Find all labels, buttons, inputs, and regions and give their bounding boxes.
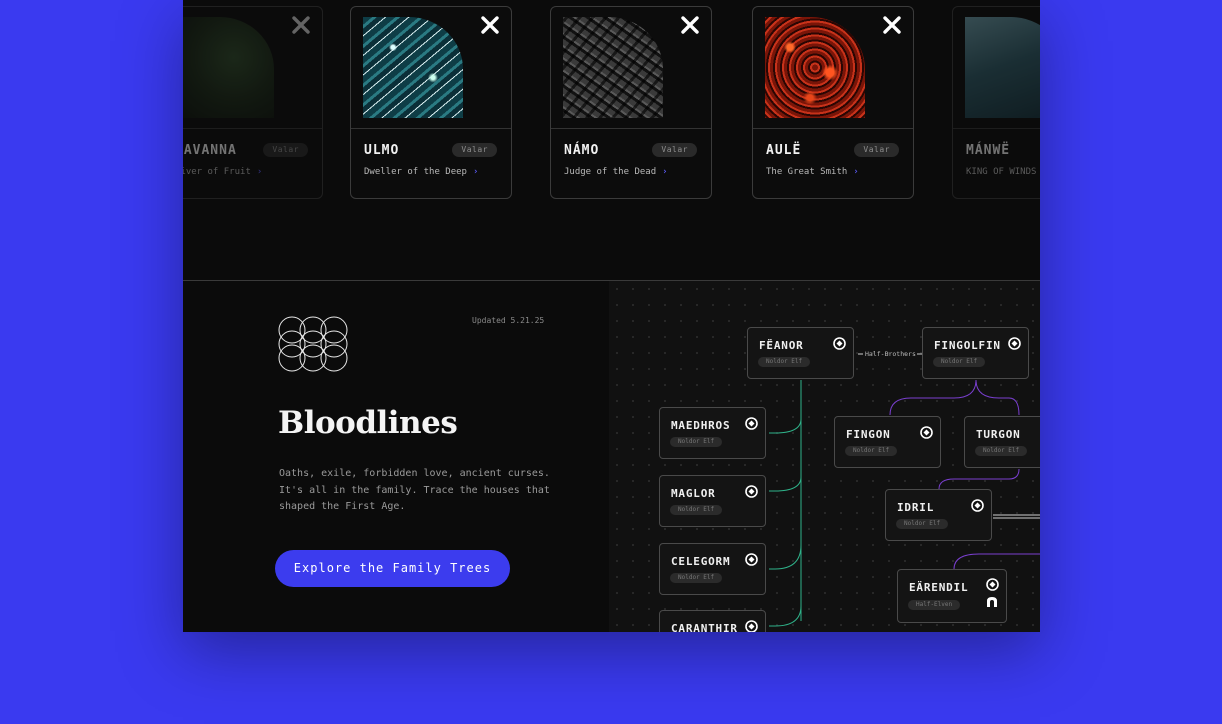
- valar-card-ulmo[interactable]: ULMO Valar Dweller of the Deep ›: [350, 6, 512, 199]
- node-tag: Noldor Elf: [896, 519, 949, 529]
- section-description: Oaths, exile, forbidden love, ancient cu…: [279, 468, 550, 512]
- card-name: AULË: [766, 143, 802, 158]
- family-tree[interactable]: FËANOR Noldor Elf Half-Brothers FINGOLFI…: [609, 281, 1040, 632]
- card-name: ULMO: [364, 143, 400, 158]
- interlocking-rings-logo: [278, 316, 348, 372]
- node-name: MAEDHROS: [671, 419, 731, 432]
- card-tag: Valar: [452, 143, 497, 157]
- node-tag: Noldor Elf: [670, 437, 723, 447]
- valar-card-yavanna[interactable]: YAVANNA Valar Giver of Fruit ›: [183, 6, 323, 199]
- node-tag: Noldor Elf: [933, 357, 986, 367]
- card-subtitle-link[interactable]: KING OF WINDS: [966, 167, 1036, 177]
- explore-family-trees-button[interactable]: Explore the Family Trees: [275, 550, 510, 587]
- node-name: FËANOR: [759, 339, 804, 352]
- node-name: FINGOLFIN: [934, 339, 1001, 352]
- card-subtitle-link[interactable]: Dweller of the Deep ›: [364, 167, 478, 177]
- tree-node-maedhros[interactable]: MAEDHROS Noldor Elf: [659, 407, 766, 459]
- sky-image: [965, 17, 1040, 118]
- node-name: CELEGORM: [671, 555, 731, 568]
- close-icon[interactable]: [883, 16, 901, 34]
- section-title: Bloodlines: [278, 405, 458, 441]
- tree-node-maglor[interactable]: MAGLOR Noldor Elf: [659, 475, 766, 527]
- expand-circle-icon[interactable]: [745, 620, 758, 632]
- expand-circle-icon[interactable]: [745, 553, 758, 566]
- expand-circle-icon[interactable]: [745, 485, 758, 498]
- expand-circle-icon[interactable]: [833, 337, 846, 350]
- arch-icon: [987, 597, 997, 607]
- valar-carousel: YAVANNA Valar Giver of Fruit › ULMO Valar…: [183, 0, 1040, 281]
- card-subtitle: Judge of the Dead: [564, 167, 657, 177]
- leaf-image: [183, 17, 274, 118]
- tree-node-caranthir[interactable]: CARANTHIR: [659, 610, 766, 632]
- close-icon[interactable]: [292, 16, 310, 34]
- chevron-right-icon: ›: [472, 167, 479, 177]
- tree-node-fingolfin[interactable]: FINGOLFIN Noldor Elf: [922, 327, 1029, 379]
- card-tag: Valar: [652, 143, 697, 157]
- expand-circle-icon[interactable]: [971, 499, 984, 512]
- updated-date: Updated 5.21.25: [472, 316, 545, 325]
- expand-circle-icon[interactable]: [920, 426, 933, 439]
- close-icon[interactable]: [481, 16, 499, 34]
- tree-node-idril[interactable]: IDRIL Noldor Elf: [885, 489, 992, 541]
- node-tag: Half-Elven: [908, 600, 961, 610]
- node-tag: Noldor Elf: [975, 446, 1028, 456]
- tree-node-feanor[interactable]: FËANOR Noldor Elf: [747, 327, 854, 379]
- bloodlines-section: Updated 5.21.25 Bloodlines Oaths, exile,…: [183, 281, 1040, 632]
- tree-node-turgon[interactable]: TURGON Noldor Elf: [964, 416, 1040, 468]
- node-name: EÄRENDIL: [909, 581, 969, 594]
- bloodlines-intro: Updated 5.21.25 Bloodlines Oaths, exile,…: [183, 281, 609, 632]
- chevron-right-icon: ›: [256, 167, 263, 177]
- node-tag: Noldor Elf: [845, 446, 898, 456]
- valar-card-manwe[interactable]: MÁNWË KING OF WINDS: [952, 6, 1040, 199]
- browser-frame: YAVANNA Valar Giver of Fruit › ULMO Valar…: [183, 0, 1040, 632]
- tree-node-celegorm[interactable]: CELEGORM Noldor Elf: [659, 543, 766, 595]
- valar-card-namo[interactable]: NÁMO Valar Judge of the Dead ›: [550, 6, 712, 199]
- card-tag: Valar: [854, 143, 899, 157]
- card-subtitle: Giver of Fruit: [183, 167, 251, 177]
- molten-lava-image: [765, 17, 865, 118]
- card-subtitle: The Great Smith: [766, 167, 848, 177]
- node-name: FINGON: [846, 428, 891, 441]
- tree-node-fingon[interactable]: FINGON Noldor Elf: [834, 416, 941, 468]
- node-name: TURGON: [976, 428, 1021, 441]
- card-tag: Valar: [263, 143, 308, 157]
- tree-node-earendil[interactable]: EÄRENDIL Half-Elven: [897, 569, 1007, 623]
- expand-circle-icon[interactable]: [1008, 337, 1021, 350]
- card-name: MÁNWË: [966, 143, 1011, 158]
- card-subtitle-link[interactable]: The Great Smith ›: [766, 167, 859, 177]
- chevron-right-icon: ›: [853, 167, 859, 177]
- card-subtitle: Dweller of the Deep: [364, 167, 467, 177]
- expand-circle-icon[interactable]: [745, 417, 758, 430]
- node-tag: Noldor Elf: [670, 573, 723, 583]
- card-subtitle: KING OF WINDS: [966, 167, 1037, 177]
- node-name: CARANTHIR: [671, 622, 738, 632]
- node-name: MAGLOR: [671, 487, 716, 500]
- ocean-waves-image: [363, 17, 463, 118]
- close-icon[interactable]: [681, 16, 699, 34]
- expand-circle-icon[interactable]: [986, 578, 999, 591]
- card-name: YAVANNA: [183, 143, 237, 158]
- dark-stones-image: [563, 17, 663, 118]
- card-subtitle-link[interactable]: Giver of Fruit ›: [183, 167, 262, 177]
- card-media: [953, 7, 1040, 129]
- node-name: IDRIL: [897, 501, 935, 514]
- chevron-right-icon: ›: [662, 167, 668, 177]
- node-tag: Noldor Elf: [758, 357, 811, 367]
- valar-card-aule[interactable]: AULË Valar The Great Smith ›: [752, 6, 914, 199]
- relation-label: Half-Brothers: [865, 350, 916, 358]
- card-name: NÁMO: [564, 143, 600, 158]
- card-subtitle-link[interactable]: Judge of the Dead ›: [564, 167, 668, 177]
- node-tag: Noldor Elf: [670, 505, 723, 515]
